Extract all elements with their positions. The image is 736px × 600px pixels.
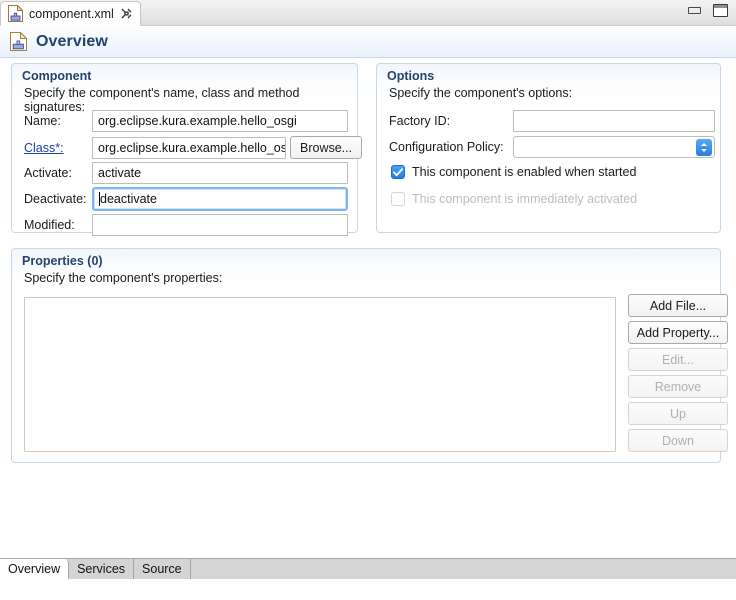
component-section: Component Specify the component's name, …	[11, 63, 363, 236]
minimize-icon[interactable]	[688, 7, 701, 14]
chevron-up-down-icon[interactable]	[696, 139, 712, 156]
checkbox-enabled-when-started[interactable]	[391, 165, 405, 179]
configuration-policy-label: Configuration Policy:	[389, 140, 504, 154]
component-file-icon	[10, 32, 27, 51]
close-icon[interactable]	[120, 7, 133, 20]
properties-section-description: Specify the component's properties:	[24, 271, 223, 285]
options-section: Options Specify the component's options:…	[376, 63, 721, 233]
tab-services[interactable]: Services	[69, 559, 135, 579]
deactivate-label: Deactivate:	[24, 192, 87, 206]
activate-input[interactable]: activate	[92, 162, 348, 184]
editor-tab-component-xml[interactable]: component.xml	[0, 1, 141, 26]
name-label: Name:	[24, 114, 61, 128]
form-page-header: Overview	[0, 26, 736, 58]
deactivate-input-value: deactivate	[100, 192, 157, 206]
field-row-modified: Modified:	[24, 214, 348, 236]
remove-button: Remove	[628, 375, 728, 398]
component-section-title: Component	[22, 69, 92, 83]
class-link-label[interactable]: Class*:	[24, 141, 92, 155]
window-controls	[688, 4, 728, 17]
field-row-factory-id: Factory ID:	[389, 110, 715, 132]
options-section-title: Options	[387, 69, 435, 83]
checkbox-immediate-label: This component is immediately activated	[412, 192, 638, 206]
field-row-class: Class*: org.eclipse.kura.example.hello_o…	[24, 136, 363, 159]
field-row-deactivate: Deactivate: deactivate	[24, 187, 348, 211]
field-row-name: Name: org.eclipse.kura.example.hello_osg…	[24, 110, 348, 132]
factory-id-input[interactable]	[513, 110, 715, 132]
up-button: Up	[628, 402, 728, 425]
editor-tab-strip: component.xml	[0, 0, 736, 26]
form-body: Component Specify the component's name, …	[0, 58, 736, 579]
page-tab-bar: Overview Services Source	[0, 558, 736, 579]
configuration-policy-select[interactable]	[513, 136, 715, 158]
checkbox-row-immediate: This component is immediately activated	[391, 192, 637, 206]
deactivate-input[interactable]: deactivate	[92, 187, 348, 211]
field-row-activate: Activate: activate	[24, 162, 348, 184]
tab-source[interactable]: Source	[134, 559, 191, 579]
modified-label: Modified:	[24, 218, 75, 232]
tab-overview[interactable]: Overview	[0, 559, 70, 579]
checkbox-enabled-label: This component is enabled when started	[412, 165, 637, 179]
activate-label: Activate:	[24, 166, 72, 180]
checkbox-row-enabled[interactable]: This component is enabled when started	[391, 165, 636, 179]
properties-section: Properties (0) Specify the component's p…	[11, 248, 728, 463]
properties-section-title: Properties (0)	[22, 254, 103, 268]
checkbox-immediately-activated	[391, 192, 405, 206]
modified-input[interactable]	[92, 214, 348, 236]
field-row-configuration-policy: Configuration Policy:	[389, 136, 715, 158]
add-file-button[interactable]: Add File...	[628, 294, 728, 317]
class-input[interactable]: org.eclipse.kura.example.hello_osg	[92, 136, 286, 159]
page-title: Overview	[36, 32, 108, 50]
component-file-icon	[8, 5, 23, 22]
properties-button-column: Add File... Add Property... Edit... Remo…	[628, 294, 728, 452]
maximize-icon[interactable]	[713, 4, 728, 17]
add-property-button[interactable]: Add Property...	[628, 321, 728, 344]
name-input[interactable]: org.eclipse.kura.example.hello_osgi	[92, 110, 348, 132]
browse-button[interactable]: Browse...	[290, 136, 363, 159]
down-button: Down	[628, 429, 728, 452]
edit-button: Edit...	[628, 348, 728, 371]
options-section-description: Specify the component's options:	[389, 86, 573, 100]
properties-list[interactable]	[24, 297, 616, 452]
editor-tab-label: component.xml	[29, 6, 114, 21]
factory-id-label: Factory ID:	[389, 114, 451, 128]
